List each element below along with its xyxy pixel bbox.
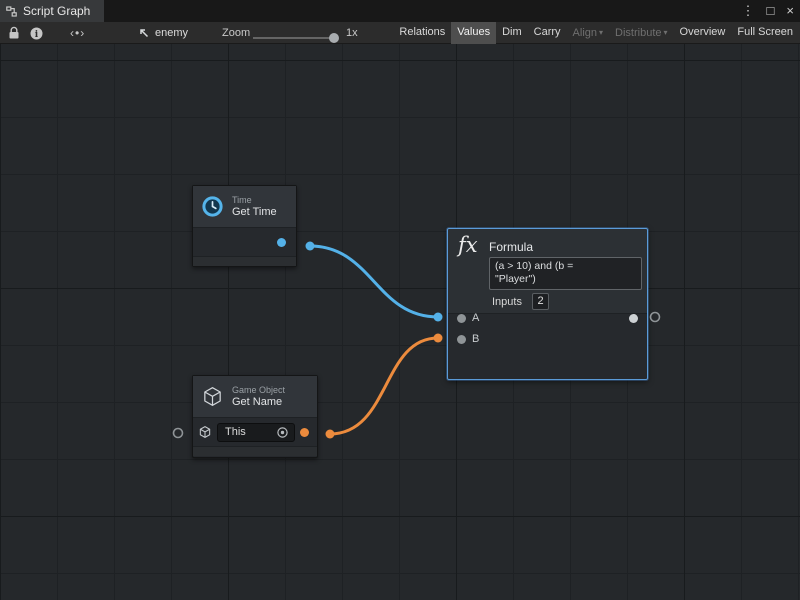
relations-button[interactable]: Relations (393, 22, 451, 44)
wire-blue-start-dot[interactable] (306, 242, 315, 251)
formula-output-port[interactable] (629, 314, 638, 323)
port-a-label: A (472, 312, 479, 324)
get-time-output-port[interactable] (277, 238, 286, 247)
svg-text:i: i (35, 29, 39, 39)
graph-asset-icon (138, 27, 150, 39)
inputs-label: Inputs (492, 296, 522, 308)
node-title-label: Get Name (232, 396, 285, 409)
maximize-icon[interactable]: □ (767, 0, 775, 22)
wire-blue-end-dot[interactable] (434, 313, 443, 322)
code-icon: ‹•› (70, 26, 85, 40)
values-button[interactable]: Values (451, 22, 496, 44)
formula-input-b-port[interactable] (457, 335, 466, 344)
zoom-value: 1x (346, 22, 358, 44)
cube-icon (198, 425, 212, 439)
lock-icon (8, 26, 20, 40)
distribute-label: Distribute (615, 27, 661, 39)
node-get-name-footer (193, 447, 317, 456)
lock-button[interactable] (8, 22, 20, 44)
distribute-dropdown-button[interactable]: Distribute▾ (609, 22, 673, 44)
window-titlebar: Script Graph ⋮ □ × (0, 0, 800, 22)
wire-orange-end-dot[interactable] (434, 334, 443, 343)
carry-button[interactable]: Carry (528, 22, 567, 44)
node-get-name-header: Game Object Get Name (193, 376, 317, 418)
tab-script-graph[interactable]: Script Graph (0, 0, 104, 22)
wire-orange-start-dot[interactable] (326, 430, 335, 439)
chevron-down-icon: ▾ (599, 28, 603, 37)
formula-inputs-count-input[interactable]: 2 (532, 293, 549, 310)
node-get-time-body (193, 228, 296, 257)
target-object-dropdown[interactable]: This (217, 423, 295, 442)
script-graph-icon (6, 6, 17, 17)
align-dropdown-button[interactable]: Align▾ (567, 22, 609, 44)
wire-get-time-to-formula-a[interactable] (310, 246, 438, 317)
info-icon: i (30, 27, 43, 40)
node-title-label: Get Time (232, 206, 277, 219)
info-button[interactable]: i (30, 22, 43, 44)
formula-input-a-port[interactable] (457, 314, 466, 323)
align-label: Align (573, 27, 597, 39)
node-formula[interactable]: fx Formula (a > 10) and (b = "Player") I… (447, 228, 648, 380)
node-get-time-header: Time Get Time (193, 186, 296, 228)
object-picker-icon[interactable] (276, 426, 289, 439)
zoom-label: Zoom (222, 22, 250, 44)
clock-icon (201, 195, 224, 218)
get-name-output-port[interactable] (300, 428, 309, 437)
node-get-name[interactable]: Game Object Get Name This (192, 375, 318, 458)
full-screen-button[interactable]: Full Screen (731, 22, 799, 44)
code-graph-button[interactable]: ‹•› (70, 22, 85, 44)
window-controls: ⋮ □ × (742, 0, 794, 22)
close-icon[interactable]: × (786, 0, 794, 22)
graph-canvas[interactable]: Time Get Time Game Object Get Name (0, 44, 800, 600)
port-b-label: B (472, 333, 479, 345)
zoom-slider-track[interactable] (253, 37, 337, 39)
window-menu-icon[interactable]: ⋮ (742, 0, 755, 22)
node-category-label: Game Object (232, 385, 285, 396)
node-get-time[interactable]: Time Get Time (192, 185, 297, 267)
node-get-name-body: This (193, 418, 317, 447)
chevron-down-icon: ▾ (664, 28, 668, 37)
wire-get-name-to-formula-b[interactable] (330, 338, 438, 434)
overview-button[interactable]: Overview (674, 22, 732, 44)
fx-icon: fx (458, 233, 478, 257)
toolbar-buttons: Relations Values Dim Carry Align▾ Distri… (393, 22, 799, 44)
tab-title: Script Graph (23, 4, 90, 18)
node-get-time-footer (193, 257, 296, 266)
formula-output-port-ring[interactable] (651, 313, 660, 322)
cube-icon (201, 385, 224, 408)
formula-expression-line: (a > 10) and (b = (495, 260, 636, 273)
target-value: This (225, 426, 246, 438)
node-title-label: Formula (489, 240, 533, 254)
graph-toolbar: i ‹•› enemy Zoom 1x Relations Values Dim… (0, 22, 800, 44)
get-name-input-port-ring[interactable] (174, 429, 183, 438)
graph-name-label: enemy (155, 27, 188, 39)
formula-expression-line: "Player") (495, 273, 636, 286)
formula-expression-input[interactable]: (a > 10) and (b = "Player") (489, 257, 642, 290)
wires-layer (0, 44, 800, 600)
zoom-slider-handle[interactable] (329, 33, 339, 43)
graph-breadcrumb[interactable]: enemy (138, 22, 188, 44)
dim-button[interactable]: Dim (496, 22, 528, 44)
node-category-label: Time (232, 195, 277, 206)
